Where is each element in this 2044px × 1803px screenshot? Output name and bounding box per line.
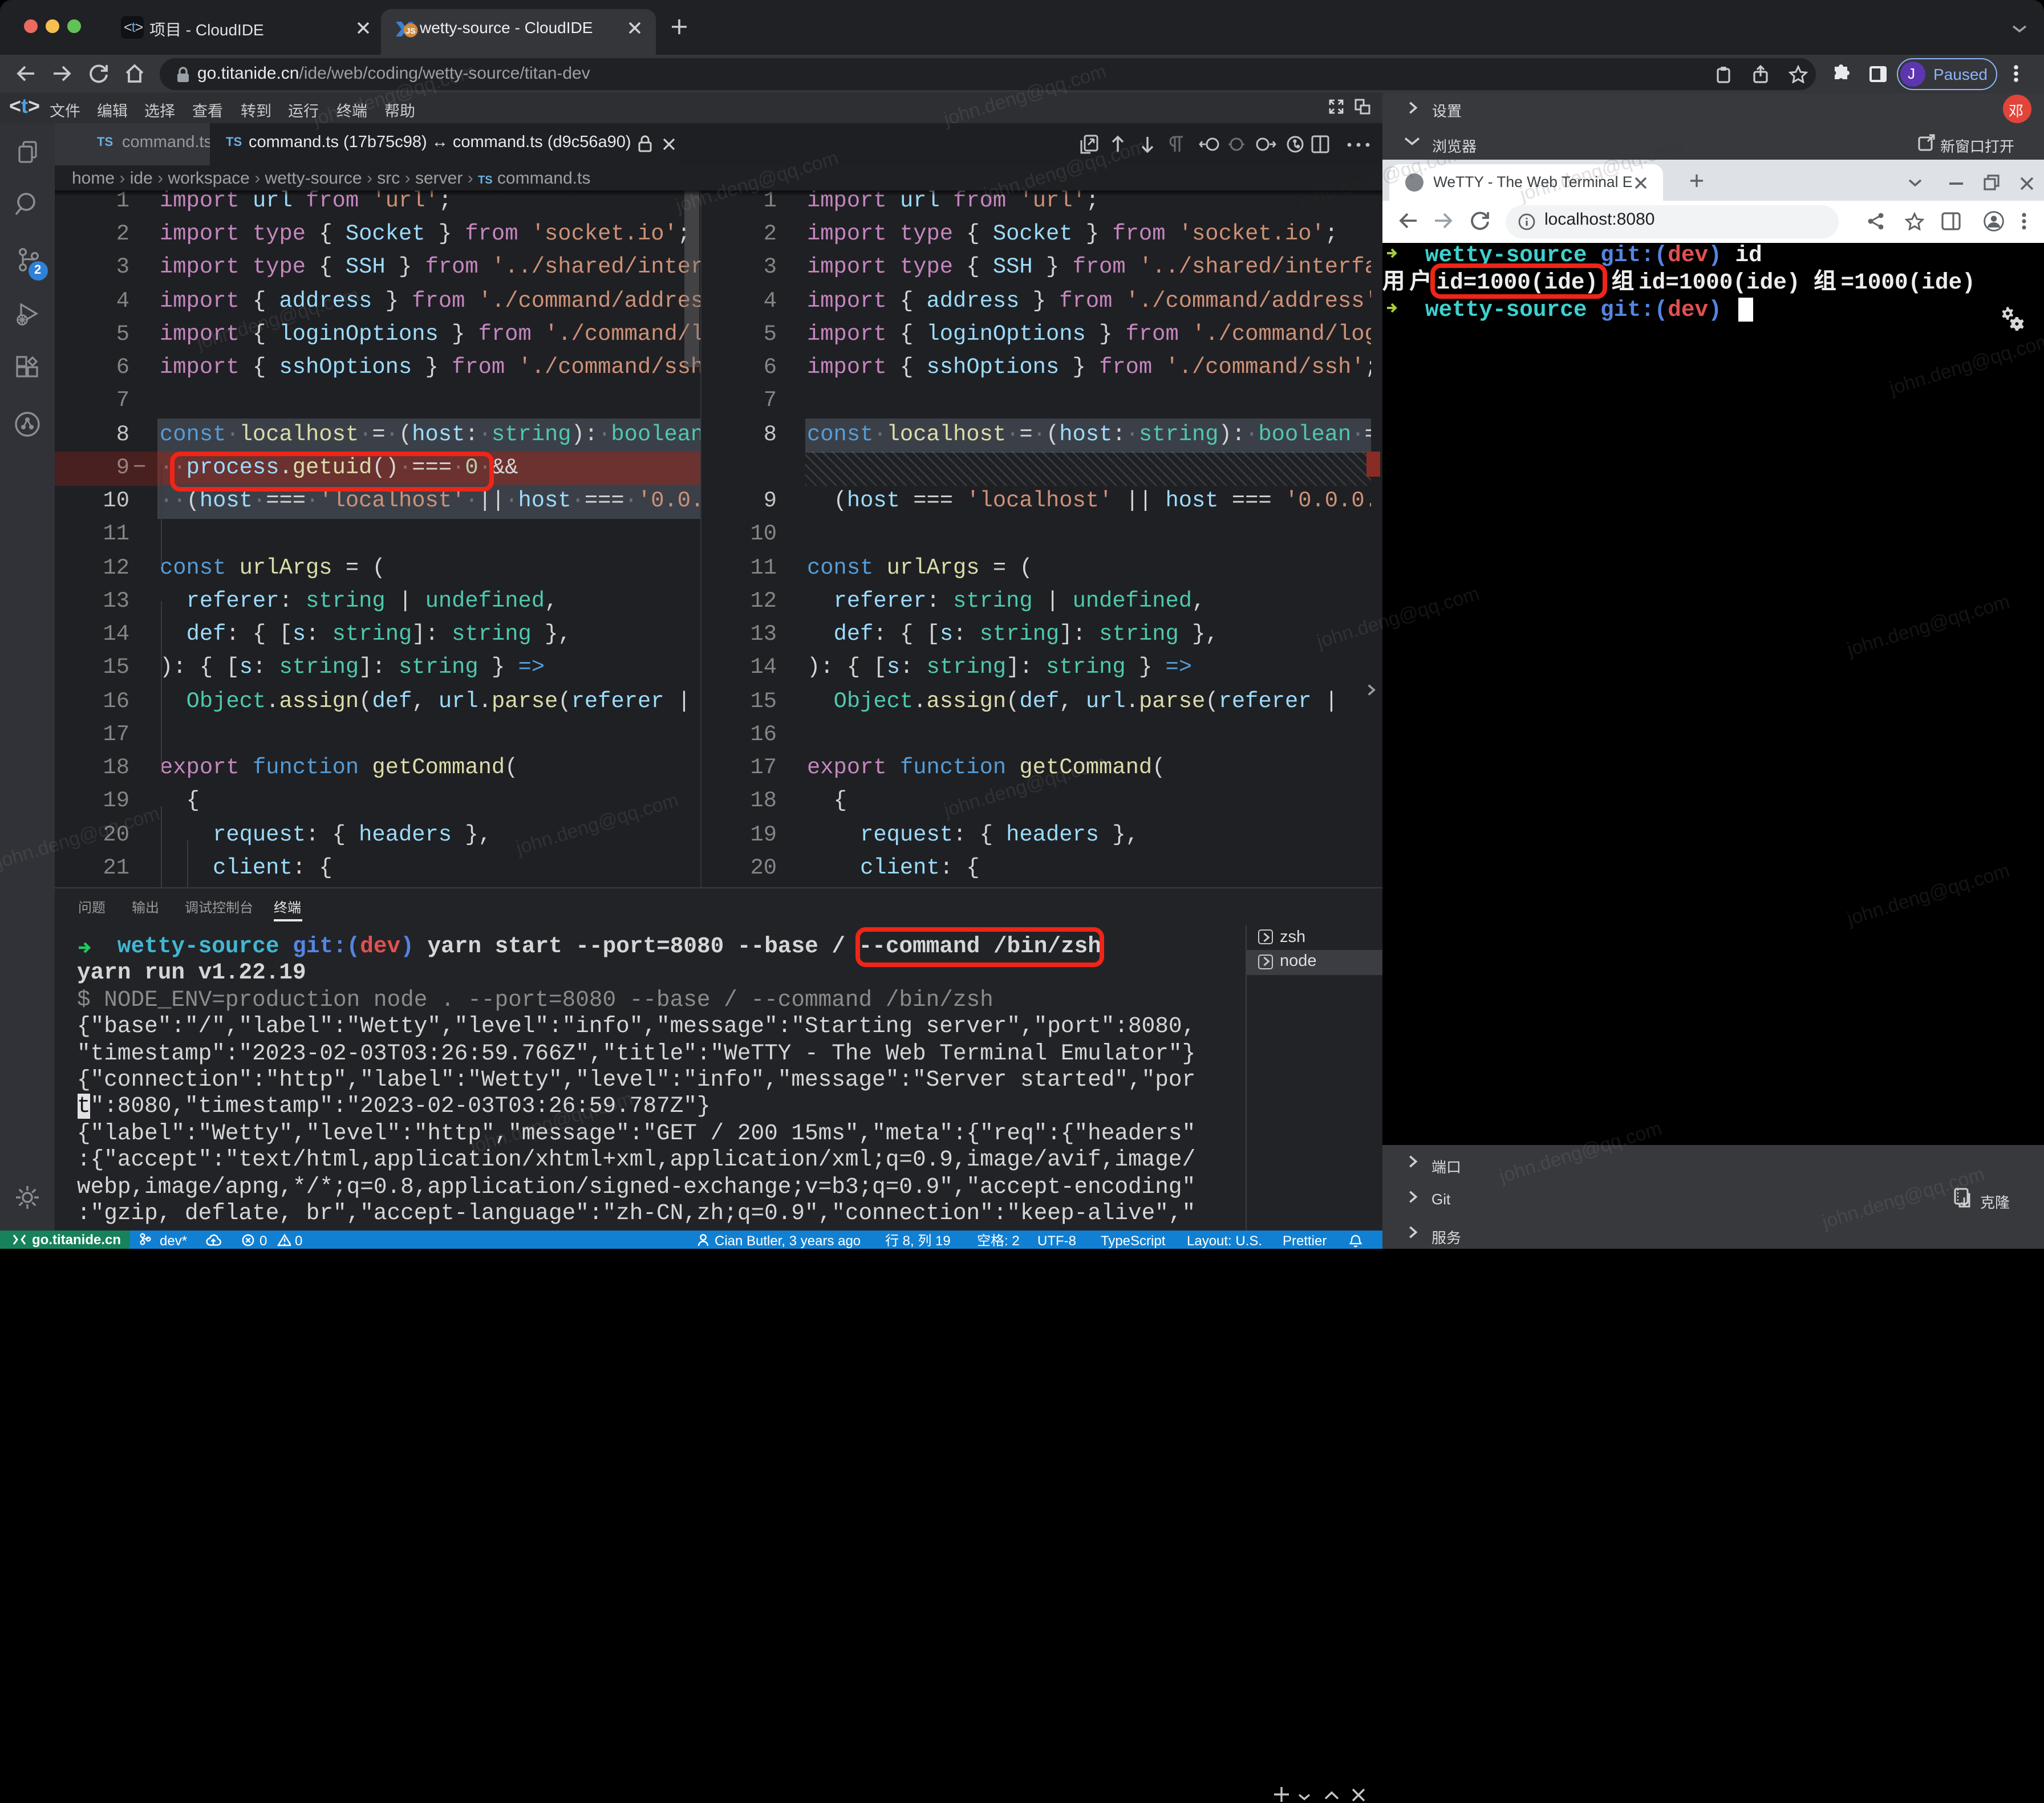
svg-text:JS: JS — [405, 26, 415, 35]
